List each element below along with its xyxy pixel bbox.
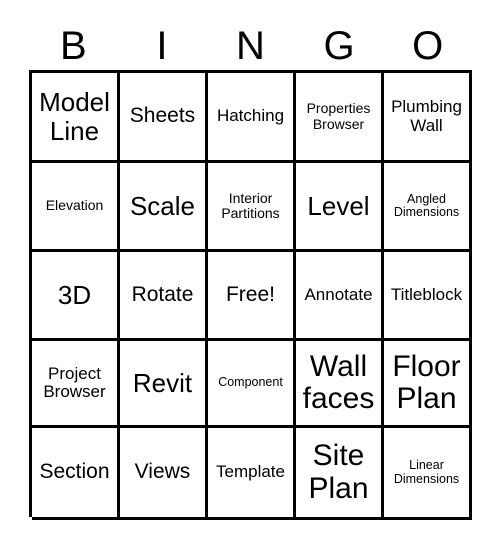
bingo-cell[interactable]: Elevation — [32, 163, 120, 252]
bingo-header: B I N G O — [29, 22, 472, 70]
bingo-cell[interactable]: Scale — [120, 163, 208, 252]
bingo-cell-label: Rotate — [131, 282, 194, 306]
bingo-cell-label: Elevation — [45, 197, 104, 214]
bingo-cell[interactable]: Model Line — [32, 73, 120, 163]
bingo-card: B I N G O Model Line Sheets Hatching Proper… — [0, 0, 501, 544]
bingo-cell[interactable]: Section — [32, 428, 120, 520]
bingo-cell[interactable]: Component — [208, 341, 296, 428]
bingo-cell-label: Model Line — [39, 87, 110, 146]
bingo-cell[interactable]: Properties Browser — [296, 73, 384, 163]
bingo-cell[interactable]: Linear Dimensions — [384, 428, 472, 520]
bingo-cell-label: Section — [39, 460, 110, 484]
bingo-cell-label: Component — [218, 375, 283, 390]
bingo-cell-label: Site Plan — [308, 439, 369, 505]
bingo-cell[interactable]: Sheets — [120, 73, 208, 163]
header-letter-g: G — [323, 24, 355, 68]
bingo-cell-label: Scale — [129, 190, 196, 221]
bingo-cell[interactable]: Site Plan — [296, 428, 384, 520]
bingo-cell-label: Titleblock — [390, 284, 463, 304]
bingo-cell-label: Floor Plan — [392, 349, 461, 415]
bingo-cell[interactable]: Rotate — [120, 252, 208, 341]
bingo-cell[interactable]: Views — [120, 428, 208, 520]
bingo-cell[interactable]: Wall faces — [296, 341, 384, 428]
bingo-cell[interactable]: Interior Partitions — [208, 163, 296, 252]
bingo-cell-label: Properties Browser — [306, 100, 371, 132]
bingo-cell[interactable]: Titleblock — [384, 252, 472, 341]
bingo-cell[interactable]: Level — [296, 163, 384, 252]
bingo-cell[interactable]: Hatching — [208, 73, 296, 163]
header-letter-o: O — [412, 24, 444, 68]
header-letter-b: B — [59, 24, 87, 68]
bingo-cell-label: Plumbing Wall — [391, 97, 462, 135]
bingo-cell-label: Wall faces — [302, 349, 375, 415]
bingo-cell-label: Views — [134, 460, 191, 484]
bingo-cell-label: Free! — [225, 282, 275, 306]
bingo-cell[interactable]: 3D — [32, 252, 120, 341]
bingo-cell-label: Sheets — [129, 104, 196, 128]
bingo-cell-label: Angled Dimensions — [393, 191, 460, 219]
bingo-cell[interactable]: Template — [208, 428, 296, 520]
bingo-cell[interactable]: Angled Dimensions — [384, 163, 472, 252]
bingo-cell-label: Template — [216, 462, 285, 482]
bingo-cell[interactable]: Project Browser — [32, 341, 120, 428]
bingo-cell-free[interactable]: Free! — [208, 252, 296, 341]
bingo-cell[interactable]: Annotate — [296, 252, 384, 341]
bingo-cell-label: Level — [307, 190, 370, 221]
bingo-cell-label: 3D — [57, 279, 92, 310]
bingo-cell-label: Project Browser — [43, 363, 106, 401]
bingo-cell-label: Interior Partitions — [221, 189, 280, 221]
bingo-cell-label: Hatching — [216, 106, 285, 126]
bingo-cell[interactable]: Floor Plan — [384, 341, 472, 428]
bingo-grid: Model Line Sheets Hatching Properties Brows… — [29, 70, 472, 520]
bingo-cell-label: Linear Dimensions — [393, 458, 460, 486]
bingo-cell[interactable]: Revit — [120, 341, 208, 428]
header-letter-n: N — [236, 24, 265, 68]
bingo-cell[interactable]: Plumbing Wall — [384, 73, 472, 163]
bingo-cell-label: Revit — [132, 367, 193, 398]
header-letter-i: I — [156, 24, 168, 68]
bingo-cell-label: Annotate — [304, 284, 373, 304]
